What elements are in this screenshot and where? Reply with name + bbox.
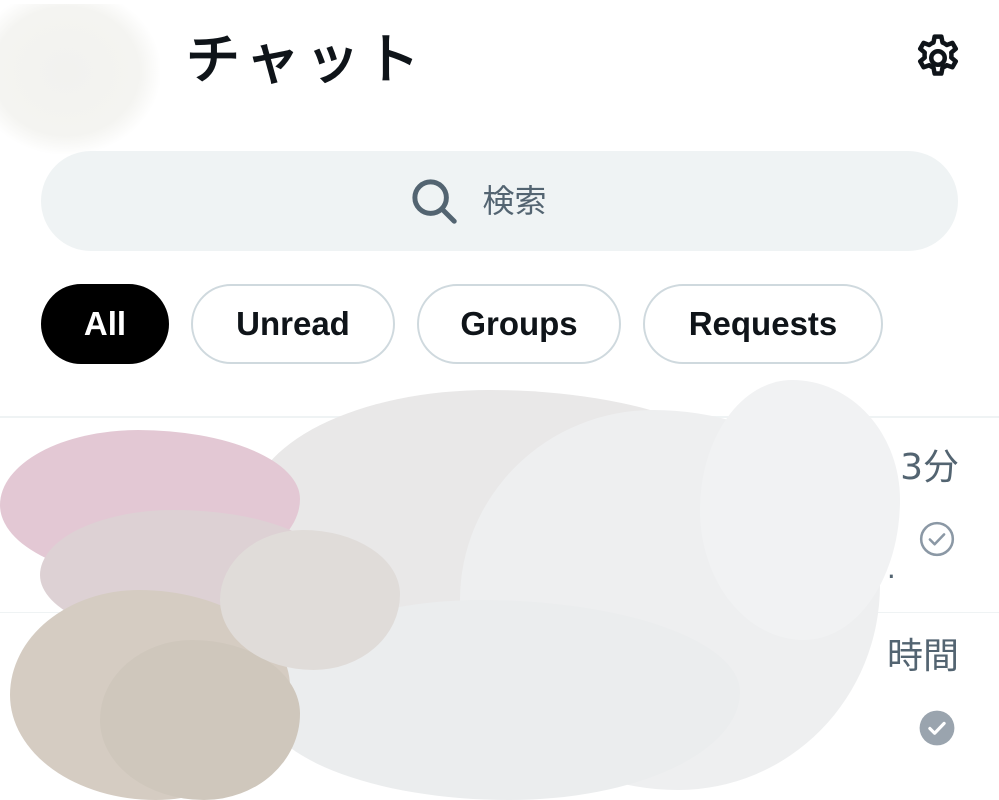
read-check-icon — [918, 709, 956, 747]
tab-requests[interactable]: Requests — [643, 284, 883, 364]
tab-all[interactable]: All — [41, 284, 169, 364]
search-bar[interactable] — [41, 151, 958, 251]
tab-unread[interactable]: Unread — [191, 284, 395, 364]
conversation-time: 3分 — [900, 447, 959, 488]
search-input[interactable] — [482, 182, 593, 220]
header: チャット — [0, 0, 999, 154]
tab-groups[interactable]: Groups — [417, 284, 621, 364]
gear-icon — [911, 31, 965, 89]
search-icon — [407, 174, 461, 228]
conversation-item[interactable]: 時間 — [0, 613, 999, 792]
conversation-list: 3分 … 時間 — [0, 418, 999, 792]
avatar[interactable] — [0, 4, 160, 154]
page-title: チャット — [186, 28, 426, 91]
conversation-time: 時間 — [886, 636, 959, 677]
filter-tabs: All Unread Groups Requests — [41, 284, 883, 366]
sent-check-icon — [918, 520, 956, 558]
conversation-item[interactable]: 3分 … — [0, 418, 999, 612]
settings-button[interactable] — [908, 30, 968, 90]
message-preview: … — [868, 552, 897, 585]
